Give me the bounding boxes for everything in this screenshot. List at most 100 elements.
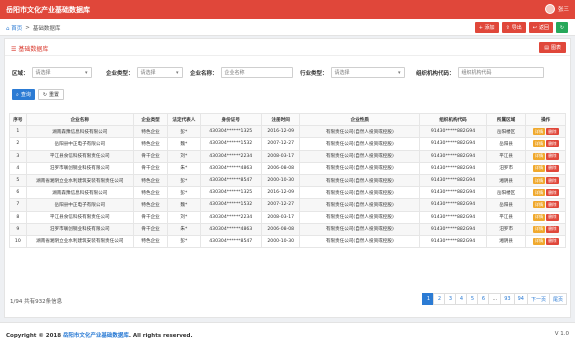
org-code-filter: 组织机构代码： 组织机构代码 [416,67,544,78]
delete-button[interactable]: 删除 [546,201,559,209]
table-cell: 骨干企业 [132,222,169,236]
table-cell: 有限责任公司(自然人投资或控股) [299,210,421,224]
detail-button[interactable]: 详情 [532,128,546,136]
breadcrumb-current: 基础数据库 [32,26,61,32]
table-cell: 6 [9,186,27,200]
detail-button[interactable]: 详情 [532,189,546,197]
actions-cell: 详情 删除 [525,149,566,163]
column-header: 企业名称 [25,112,134,127]
table-cell: 有限责任公司(自然人投资或控股) [299,137,421,151]
table-cell: 特色企业 [132,137,169,151]
footer-link[interactable]: 岳阳市文化产业基础数据库 [63,333,129,339]
delete-button[interactable]: 删除 [546,128,559,136]
breadcrumb-home[interactable]: ⌂ 首页 [6,24,22,32]
delete-button[interactable]: 删除 [546,237,559,245]
table-cell: 湖南省湘阴立业水利建筑安装有限责任公司 [25,173,134,188]
table-cell: 91430*****882G94 [419,222,487,236]
table-cell: 湖南森豫信息科技有限公司 [25,186,134,200]
actions-cell: 详情 删除 [525,125,566,139]
column-header: 企业性质 [299,112,421,127]
table-cell: 湘阴县 [485,173,527,188]
page-button[interactable]: 94 [513,293,528,305]
table-cell: 91430*****882G94 [419,234,487,249]
actions-cell: 详情 删除 [525,210,566,224]
detail-button[interactable]: 详情 [532,152,546,160]
detail-button[interactable]: 详情 [532,237,546,245]
name-input[interactable]: 企业名称 [220,67,293,78]
delete-button[interactable]: 删除 [546,213,559,221]
delete-button[interactable]: 删除 [546,189,559,197]
table-cell: 430304******1532 [199,198,262,212]
chevron-down-icon: ▾ [398,69,401,76]
table-cell: 岳阳楼区 [485,125,527,139]
industry-filter: 行业类型： 请选择 ▾ [300,67,405,78]
industry-select[interactable]: 请选择 ▾ [330,67,405,78]
delete-button[interactable]: 删除 [546,140,559,148]
region-select[interactable]: 请选择 ▾ [31,67,92,78]
table-cell: 有限责任公司(自然人投资或控股) [299,125,421,139]
table-cell: 湘阴县 [485,234,527,249]
table-cell: 8 [9,210,27,224]
column-header: 法定代表人 [167,112,201,127]
table-row: 8 平江县食信科技有限责任公司 骨干企业 刘* 430304******2234 2008… [9,210,566,224]
detail-button[interactable]: 详情 [532,225,546,233]
table-cell: 平江县 [485,149,527,163]
column-header: 序号 [9,112,27,127]
refresh-button[interactable]: ↻ [556,22,568,33]
table-cell: 魏* [167,198,201,212]
detail-button[interactable]: 详情 [532,164,546,172]
table-cell: 2007-12-27 [260,137,301,151]
actions-cell: 详情 删除 [525,222,566,236]
back-button[interactable]: ↩ 返回 [528,22,553,33]
type-select[interactable]: 请选择 ▾ [136,67,183,78]
table-cell: 特色企业 [132,186,169,200]
delete-button[interactable]: 删除 [546,164,559,172]
table-cell: 91430*****882G94 [419,125,487,139]
table-cell: 岳阳县中正电子有限公司 [25,137,134,151]
delete-button[interactable]: 删除 [546,152,559,160]
column-header: 企业类型 [132,112,169,127]
panel-header: ☰ 基础数据库 ▤ 图表 [5,39,570,56]
table-cell: 91430*****882G94 [419,210,487,224]
user-menu[interactable]: 张三 [544,4,569,14]
detail-button[interactable]: 详情 [532,201,546,209]
reset-button[interactable]: ↻ 重置 [37,89,65,100]
pagination-info: 1/94 共有932条信息 [10,299,63,305]
table-cell: 特色企业 [132,125,169,139]
table-cell: 2016-12-09 [260,125,301,139]
column-header: 组织机构代码 [419,112,487,127]
refresh-icon: ↻ [559,24,565,31]
actions-cell: 详情 删除 [525,173,566,188]
page-button[interactable]: 尾页 [548,293,567,305]
table-cell: 岳阳县中正电子有限公司 [25,198,134,212]
column-header: 所属区域 [485,112,527,127]
page-button[interactable]: 93 [500,293,515,305]
detail-button[interactable]: 详情 [532,213,546,221]
org-code-input[interactable]: 组织机构代码 [457,67,544,78]
table-cell: 汨罗市 [485,222,527,236]
chart-button[interactable]: ▤ 图表 [539,42,566,53]
page-button[interactable]: 下一页 [526,293,550,305]
delete-button[interactable]: 删除 [546,177,559,185]
table-cell: 刘* [167,149,201,163]
detail-button[interactable]: 详情 [532,140,546,148]
export-icon: ⇪ [505,24,510,31]
delete-button[interactable]: 删除 [546,225,559,233]
query-button[interactable]: ⌕ 查询 [12,89,35,100]
home-icon: ⌂ [6,26,10,32]
export-button[interactable]: ⇪ 导出 [501,22,526,33]
table-cell: 2006-08-08 [260,222,301,236]
table-cell: 1 [9,125,27,139]
actions-cell: 详情 删除 [525,186,566,200]
table-cell: 有限责任公司(自然人投资或控股) [299,186,421,200]
table-cell: 有限责任公司(自然人投资或控股) [299,149,421,163]
table-cell: 骨干企业 [132,149,169,163]
add-button[interactable]: + 添加 [474,22,499,33]
table-cell: 平江县食信科技有限责任公司 [25,149,134,163]
column-header: 操作 [525,112,566,127]
actions-cell: 详情 删除 [525,161,566,175]
detail-button[interactable]: 详情 [532,177,546,185]
pagination: 1 2 3 4 5 6... 93 94 下一页 尾页 [422,293,567,305]
table-cell: 430304******2234 [199,210,262,224]
actions-cell: 详情 删除 [525,137,566,151]
